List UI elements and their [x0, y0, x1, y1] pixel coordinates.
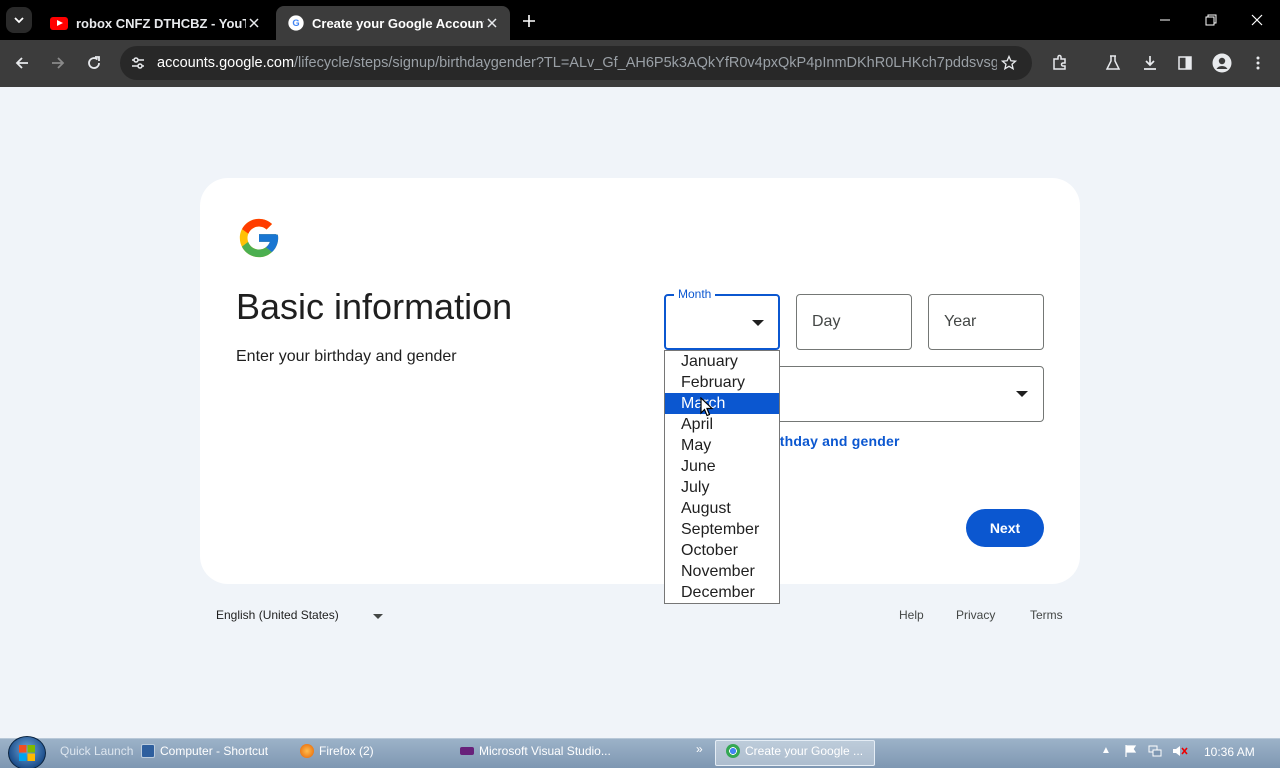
terms-link[interactable]: Terms [1030, 608, 1063, 622]
side-panel-icon [1178, 56, 1192, 70]
why-birthday-gender-link[interactable]: irthday and gender [770, 433, 900, 449]
page-subtitle: Enter your birthday and gender [236, 348, 457, 365]
tab-bar: robox CNFZ DTHCBZ - YouTube G Create you… [0, 0, 1280, 40]
downloads-button[interactable] [1137, 50, 1163, 76]
extensions-button[interactable] [1047, 50, 1073, 76]
month-option[interactable]: August [665, 498, 779, 519]
dropdown-arrow-icon [752, 320, 764, 326]
forward-arrow-icon [52, 57, 65, 69]
forward-button[interactable] [45, 50, 71, 76]
month-option[interactable]: March [665, 393, 779, 414]
quick-launch-label: Quick Launch [60, 744, 134, 758]
close-window-button[interactable] [1244, 8, 1270, 32]
reload-button[interactable] [81, 50, 107, 76]
month-option[interactable]: February [665, 372, 779, 393]
more-vert-icon [1256, 56, 1260, 70]
taskbar-overflow-chevron-icon[interactable]: » [696, 742, 703, 756]
windows-logo-icon [19, 745, 35, 761]
youtube-icon [50, 16, 68, 30]
month-select[interactable]: Month [664, 287, 780, 350]
taskbar-visual-studio[interactable]: Microsoft Visual Studio... [460, 744, 611, 758]
network-icon[interactable] [1148, 744, 1162, 758]
day-placeholder: Day [812, 313, 841, 330]
url-text: accounts.google.com/lifecycle/steps/sign… [157, 55, 997, 71]
tab-title: robox CNFZ DTHCBZ - YouTube [76, 15, 246, 31]
action-center-flag-icon[interactable] [1124, 744, 1138, 758]
month-option[interactable]: October [665, 540, 779, 561]
chrome-icon [726, 744, 740, 758]
month-option[interactable]: December [665, 582, 779, 603]
plus-icon [523, 15, 535, 27]
taskbar-chrome[interactable]: Create your Google ... [726, 744, 863, 758]
month-option[interactable]: June [665, 456, 779, 477]
flask-icon [1105, 55, 1121, 70]
restore-button[interactable] [1198, 8, 1224, 32]
chevron-down-icon [14, 17, 24, 24]
page-title: Basic information [236, 286, 513, 327]
profile-avatar-icon [1212, 53, 1232, 73]
close-icon[interactable] [246, 15, 262, 31]
month-dropdown-list: JanuaryFebruaryMarchAprilMayJuneJulyAugu… [664, 350, 780, 604]
address-bar[interactable]: accounts.google.com/lifecycle/steps/sign… [120, 46, 1032, 80]
tab-title: Create your Google Account [312, 15, 484, 31]
dropdown-arrow-icon [373, 614, 383, 619]
tab-youtube[interactable]: robox CNFZ DTHCBZ - YouTube [38, 6, 272, 40]
firefox-icon [300, 744, 314, 758]
next-button[interactable]: Next [966, 509, 1044, 547]
visual-studio-icon [460, 747, 474, 755]
download-icon [1144, 56, 1156, 70]
google-logo-icon [239, 218, 279, 258]
back-arrow-icon [15, 57, 28, 69]
volume-muted-icon[interactable] [1172, 744, 1188, 758]
tab-search-button[interactable] [6, 7, 32, 33]
taskbar-firefox[interactable]: Firefox (2) [300, 744, 374, 758]
svg-text:G: G [292, 18, 299, 28]
tab-google-account[interactable]: G Create your Google Account [276, 6, 510, 40]
month-option[interactable]: January [665, 351, 779, 372]
month-option[interactable]: July [665, 477, 779, 498]
month-label: Month [674, 287, 716, 301]
puzzle-icon [1053, 54, 1066, 70]
month-option[interactable]: September [665, 519, 779, 540]
signup-card: Basic information Enter your birthday an… [200, 178, 1080, 584]
privacy-link[interactable]: Privacy [956, 608, 995, 622]
browser-toolbar: accounts.google.com/lifecycle/steps/sign… [0, 40, 1280, 87]
bookmark-star-icon[interactable] [998, 52, 1020, 74]
dropdown-arrow-icon [1016, 391, 1028, 397]
year-placeholder: Year [944, 313, 977, 330]
month-option[interactable]: November [665, 561, 779, 582]
close-icon [1251, 14, 1263, 26]
month-option[interactable]: May [665, 435, 779, 456]
profile-button[interactable] [1209, 50, 1235, 76]
taskbar-computer-shortcut[interactable]: Computer - Shortcut [141, 744, 268, 758]
help-link[interactable]: Help [899, 608, 924, 622]
tray-expand-icon[interactable]: ▲ [1101, 745, 1111, 756]
language-select[interactable]: English (United States) [216, 608, 339, 622]
labs-button[interactable] [1100, 50, 1126, 76]
site-info-icon[interactable] [126, 51, 150, 75]
google-g-icon: G [288, 15, 304, 31]
menu-button[interactable] [1245, 50, 1271, 76]
back-button[interactable] [9, 50, 35, 76]
computer-icon [141, 744, 155, 758]
taskbar-clock: 10:36 AM [1204, 745, 1255, 759]
minimize-icon [1160, 19, 1170, 21]
new-tab-button[interactable] [518, 10, 540, 32]
reload-icon [88, 56, 100, 69]
restore-icon [1205, 14, 1217, 26]
start-button[interactable] [8, 736, 46, 768]
close-icon[interactable] [484, 15, 500, 31]
month-option[interactable]: April [665, 414, 779, 435]
day-input[interactable]: Day [796, 294, 912, 350]
year-input[interactable]: Year [928, 294, 1044, 350]
mouse-cursor-icon [700, 397, 714, 417]
minimize-button[interactable] [1152, 8, 1178, 32]
side-panel-button[interactable] [1172, 50, 1198, 76]
